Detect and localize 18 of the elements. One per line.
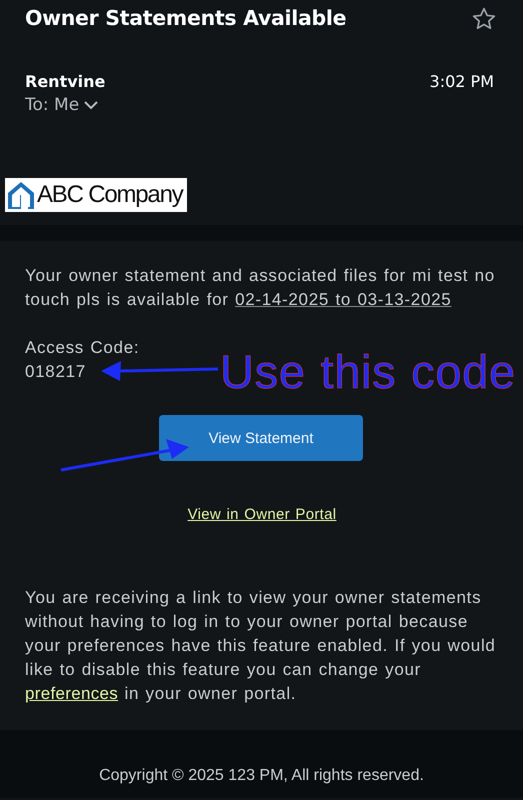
view-statement-button[interactable]: View Statement bbox=[159, 415, 363, 461]
access-code: 018217 bbox=[25, 361, 86, 383]
owner-portal-link[interactable]: View in Owner Portal bbox=[188, 503, 336, 527]
email-subject: Owner Statements Available bbox=[25, 6, 346, 30]
star-icon[interactable] bbox=[471, 6, 497, 32]
sender-name: Rentvine bbox=[25, 72, 106, 91]
house-icon bbox=[7, 180, 35, 210]
chevron-down-icon[interactable] bbox=[83, 100, 100, 110]
annotation-text: Use this code bbox=[220, 344, 516, 400]
copyright-text: Copyright © 2025 123 PM, All rights reserved. bbox=[99, 767, 424, 784]
access-code-label: Access Code: bbox=[25, 337, 140, 359]
notice-message: You are receiving a link to view your owner statements without having to log in to your owner portal because your preferences have this feature enabled. If you would like to disable this feature you can change your preferences in your owner portal. bbox=[25, 587, 497, 705]
company-logo: ABC Company bbox=[5, 178, 187, 212]
statement-message: Your owner statement and associated files for mi test no touch pls is available for 02-14-2025 to 03-13-2025 bbox=[25, 265, 496, 311]
preferences-link[interactable]: preferences bbox=[25, 684, 118, 703]
received-time: 3:02 PM bbox=[430, 72, 494, 91]
recipient-label: To: Me bbox=[25, 95, 80, 115]
date-range-link[interactable]: 02-14-2025 to 03-13-2025 bbox=[235, 290, 452, 309]
